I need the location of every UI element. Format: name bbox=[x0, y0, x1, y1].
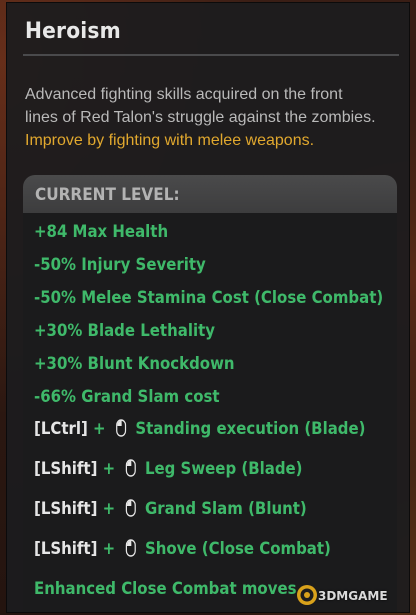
combo-shove: [LShift] + Shove (Close Combat) bbox=[34, 539, 331, 559]
combo-action: Leg Sweep (Blade) bbox=[144, 459, 303, 479]
mouse-icon bbox=[125, 499, 136, 517]
combo-plus: + bbox=[102, 459, 116, 479]
effect-melee-stamina: -50% Melee Stamina Cost (Close Combat) bbox=[34, 288, 384, 308]
combo-action: Shove (Close Combat) bbox=[144, 539, 331, 559]
effect-grand-slam-cost: -66% Grand Slam cost bbox=[34, 387, 220, 407]
combo-grand-slam: [LShift] + Grand Slam (Blunt) bbox=[34, 499, 307, 519]
mouse-icon bbox=[116, 419, 127, 437]
skill-title: Heroism bbox=[25, 19, 121, 44]
current-level-label: CURRENT LEVEL: bbox=[35, 185, 180, 205]
current-level-header: CURRENT LEVEL: bbox=[23, 175, 397, 213]
title-divider bbox=[23, 54, 399, 56]
description-line: lines of Red Talon's struggle against th… bbox=[25, 109, 376, 126]
combo-plus: + bbox=[102, 499, 116, 519]
combo-action: Grand Slam (Blunt) bbox=[144, 499, 307, 519]
combo-key: [LShift] bbox=[34, 459, 98, 479]
skill-description: Advanced fighting skills acquired on the… bbox=[25, 83, 405, 152]
combo-key: [LShift] bbox=[34, 499, 98, 519]
effect-max-health: +84 Max Health bbox=[34, 222, 169, 242]
combo-leg-sweep: [LShift] + Leg Sweep (Blade) bbox=[34, 459, 303, 479]
combo-plus: + bbox=[102, 539, 116, 559]
improve-hint: Improve by fighting with melee weapons. bbox=[25, 132, 315, 149]
effect-enhanced-close-combat: Enhanced Close Combat moves bbox=[34, 579, 297, 599]
description-line: Advanced fighting skills acquired on the… bbox=[25, 86, 343, 103]
watermark-logo-icon bbox=[297, 585, 317, 605]
effect-blade-lethality: +30% Blade Lethality bbox=[34, 321, 215, 341]
combo-key: [LShift] bbox=[34, 539, 98, 559]
watermark-text: 3DMGAME bbox=[318, 589, 388, 603]
mouse-icon bbox=[125, 539, 136, 557]
combo-action: Standing execution (Blade) bbox=[135, 419, 366, 439]
effect-blunt-knockdown: +30% Blunt Knockdown bbox=[34, 354, 235, 374]
effect-injury-severity: -50% Injury Severity bbox=[34, 255, 206, 275]
mouse-icon bbox=[125, 459, 136, 477]
combo-standing-execution: [LCtrl] + Standing execution (Blade) bbox=[34, 419, 365, 439]
combo-key: [LCtrl] bbox=[34, 419, 88, 439]
combo-plus: + bbox=[93, 419, 106, 439]
